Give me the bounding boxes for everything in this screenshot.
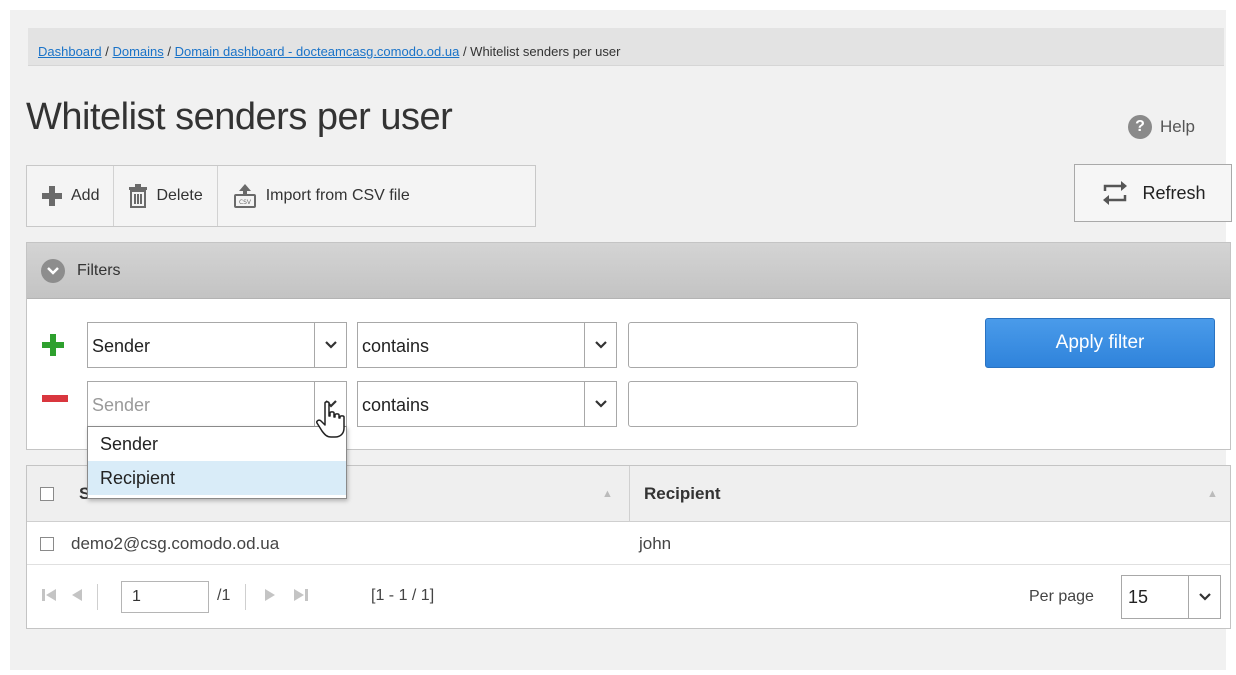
column-header-recipient[interactable]: Recipient [644,466,721,522]
chevron-down-icon [1188,576,1220,618]
chevron-down-icon [41,258,65,283]
breadcrumb-separator: / [101,44,113,59]
trash-icon [129,184,148,208]
filter-field-select-2[interactable]: Sender [87,381,347,427]
breadcrumb-separator: / [163,44,175,59]
record-range: [1 - 1 / 1] [371,587,435,604]
refresh-icon [1103,181,1128,205]
next-page-icon[interactable] [264,588,276,602]
filter-field-select-1[interactable]: Sender [87,322,347,368]
dropdown-option-recipient[interactable]: Recipient [88,461,346,495]
pager-divider [97,584,98,610]
per-page-select[interactable]: 15 [1121,575,1221,619]
filter-operator-select-2[interactable]: contains [357,381,617,427]
breadcrumb-current: Whitelist senders per user [470,44,621,59]
filters-toggle[interactable]: Filters [27,243,1230,299]
table-row[interactable]: demo2@csg.comodo.od.ua john [27,523,1230,565]
csv-import-icon: CSV [233,184,256,208]
delete-button[interactable]: Delete [114,166,218,226]
refresh-button[interactable]: Refresh [1074,164,1232,222]
column-divider [629,466,630,522]
first-page-icon[interactable] [41,588,57,602]
hand-cursor-icon [316,401,345,438]
sort-icon[interactable]: ▲ [602,488,613,500]
dropdown-option-sender[interactable]: Sender [88,427,346,461]
breadcrumb-domain-dashboard-link[interactable]: Domain dashboard - docteamcasg.comodo.od… [175,44,460,59]
apply-filter-button[interactable]: Apply filter [985,318,1215,368]
import-csv-button[interactable]: CSV Import from CSV file [218,166,424,226]
pagination-bar: /1 [1 - 1 / 1] Per page 15 [27,566,1230,628]
filter-field-dropdown-list: Sender Recipient [87,426,347,499]
total-pages: /1 [217,587,231,604]
question-mark-icon: ? [1128,115,1152,139]
last-page-icon[interactable] [293,588,309,602]
per-page-value: 15 [1128,587,1149,607]
chevron-down-icon [584,382,616,426]
filter-value-input-2[interactable] [628,381,858,427]
chevron-down-icon [584,323,616,367]
svg-text:CSV: CSV [239,199,252,206]
remove-filter-row-icon[interactable] [42,395,68,403]
filters-header-label: Filters [77,261,121,279]
filter-operator-select-1[interactable]: contains [357,322,617,368]
filter-operator-value: contains [362,336,430,356]
apply-filter-label: Apply filter [1055,332,1145,353]
add-filter-row-icon[interactable] [42,334,64,356]
add-button[interactable]: Add [27,166,115,226]
cell-sender: demo2@csg.comodo.od.ua [71,534,280,553]
previous-page-icon[interactable] [71,588,83,602]
pager-divider [245,584,246,610]
select-all-checkbox[interactable] [40,487,54,501]
filter-field-value: Sender [92,336,151,356]
toolbar: Add Delete CSV Import from CSV file [26,165,536,227]
cell-recipient: john [639,534,672,553]
per-page-label: Per page [1029,588,1094,605]
import-csv-label: Import from CSV file [265,187,410,204]
filter-value-input-1[interactable] [628,322,858,368]
breadcrumb-dashboard-link[interactable]: Dashboard [38,44,102,59]
breadcrumb: Dashboard / Domains / Domain dashboard -… [28,28,1224,66]
refresh-label: Refresh [1142,182,1206,203]
row-checkbox[interactable] [40,537,54,551]
plus-icon [42,186,62,206]
add-label: Add [71,187,100,204]
delete-label: Delete [156,187,203,204]
help-link[interactable]: ? Help [1128,113,1195,141]
chevron-down-icon [314,323,346,367]
filter-operator-value: contains [362,395,430,415]
sort-icon[interactable]: ▲ [1207,488,1218,500]
breadcrumb-domains-link[interactable]: Domains [112,44,163,59]
page-title: Whitelist senders per user [26,96,453,138]
filter-field-value: Sender [92,395,151,415]
help-label: Help [1160,117,1195,136]
breadcrumb-separator: / [459,44,471,59]
page-number-input[interactable] [121,581,209,613]
